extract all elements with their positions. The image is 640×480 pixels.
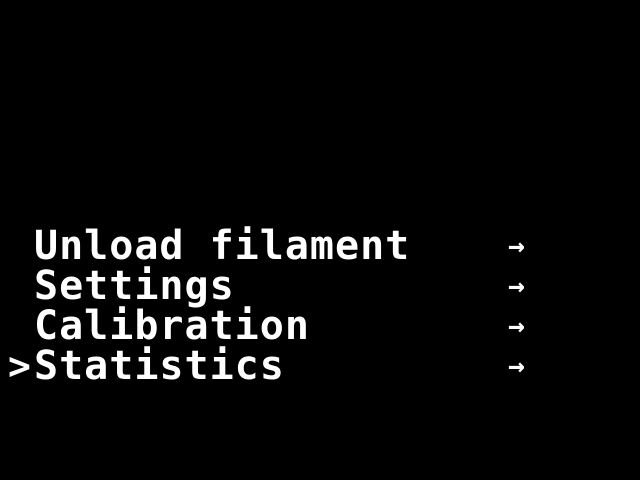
menu-item-label: Settings [34,263,235,309]
menu-item-unload-filament[interactable]: Unload filament → [8,226,548,266]
main-menu: Unload filament → Settings → Calibration… [8,226,548,386]
submenu-arrow-icon: → [508,269,526,302]
menu-item-calibration[interactable]: Calibration → [8,306,548,346]
menu-item-label: Statistics [34,343,285,389]
lcd-screen: Unload filament → Settings → Calibration… [0,0,640,480]
menu-item-label: Calibration [34,303,310,349]
selection-cursor: > [8,344,32,388]
submenu-arrow-icon: → [508,229,526,262]
menu-item-label: Unload filament [34,223,411,269]
menu-item-settings[interactable]: Settings → [8,266,548,306]
submenu-arrow-icon: → [508,309,526,342]
submenu-arrow-icon: → [508,349,526,382]
menu-item-statistics[interactable]: > Statistics → [8,346,548,386]
